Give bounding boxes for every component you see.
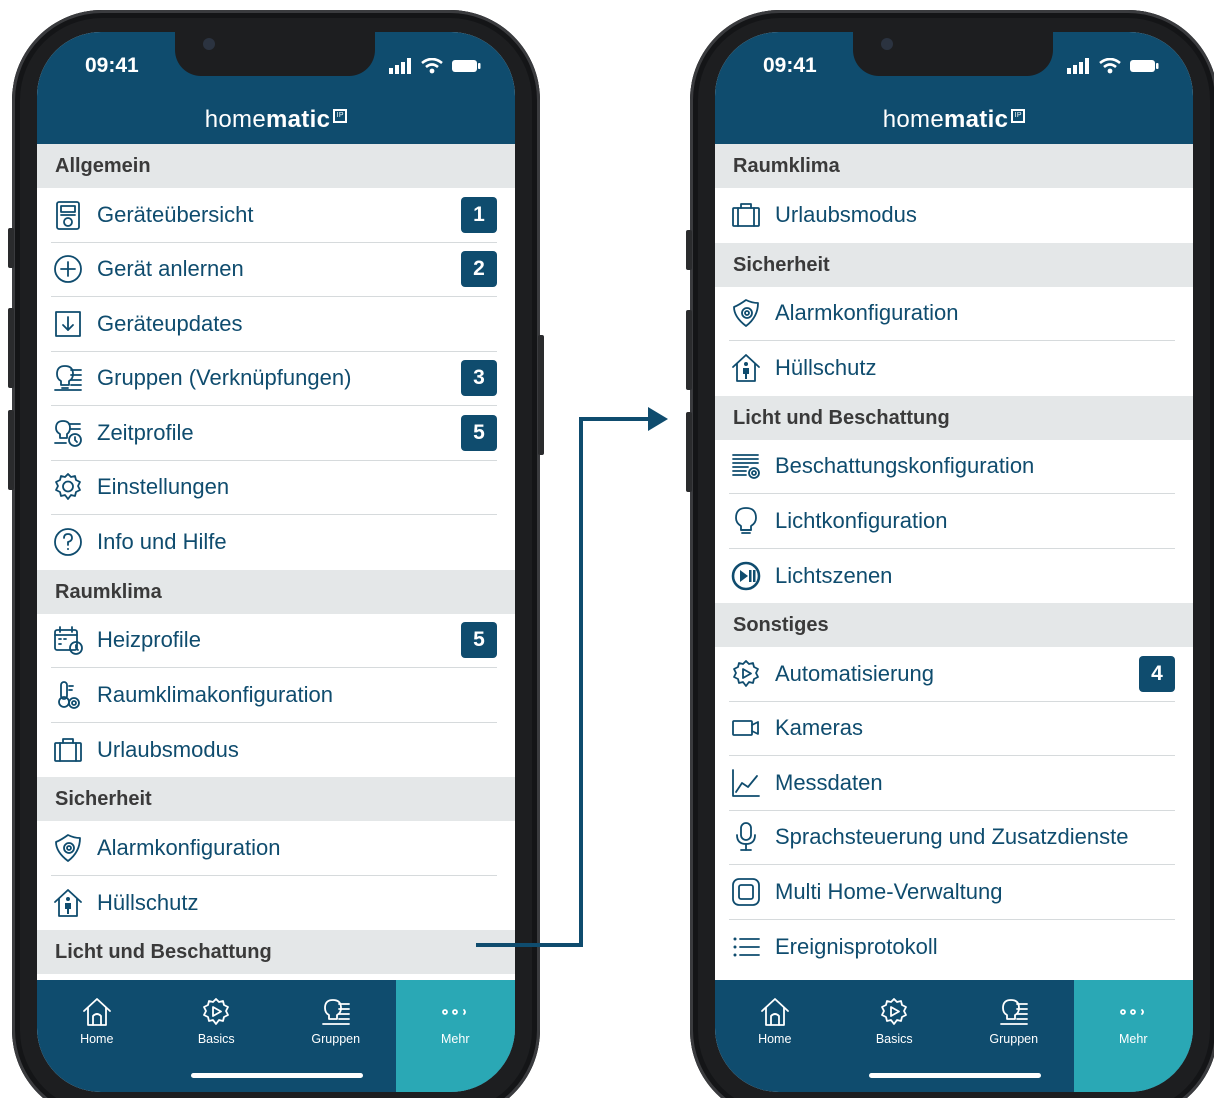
connector-arrow <box>476 407 668 947</box>
